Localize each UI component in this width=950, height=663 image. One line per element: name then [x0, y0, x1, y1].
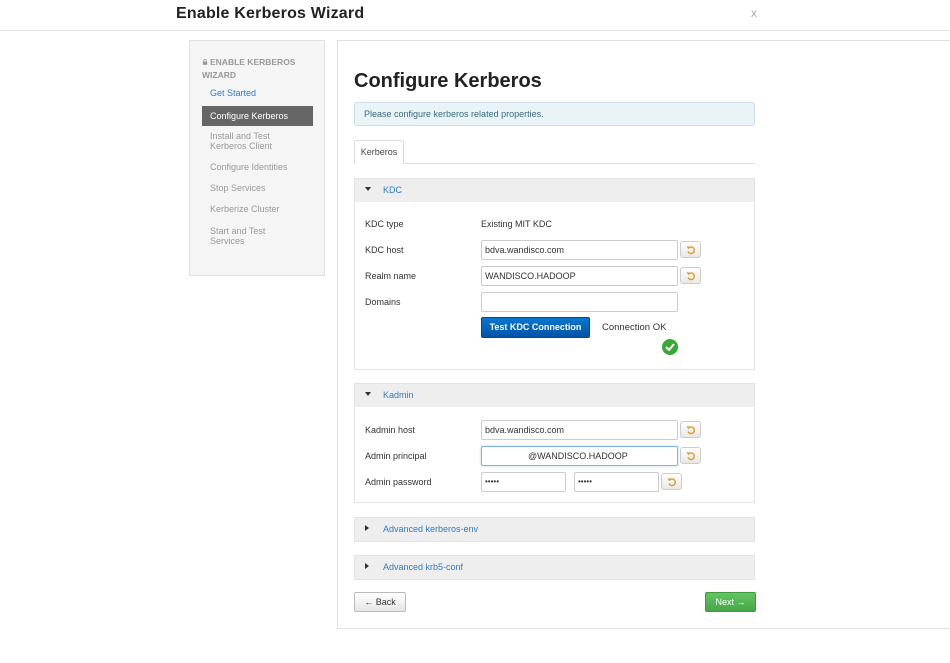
- kadmin-section-header[interactable]: Kadmin: [355, 384, 754, 407]
- kdc-section-title[interactable]: KDC: [383, 185, 402, 195]
- undo-icon: [686, 246, 696, 255]
- kadmin-host-input[interactable]: bdva.wandisco.com: [481, 420, 678, 440]
- wizard-steps-sidebar: ENABLE KERBEROS WIZARD Get Started Confi…: [189, 40, 325, 276]
- lock-icon: [202, 59, 208, 65]
- advanced-krb5-conf-header[interactable]: Advanced krb5-conf: [355, 556, 754, 579]
- admin-password-input[interactable]: •••••: [481, 472, 566, 492]
- kdc-type-value: Existing MIT KDC: [481, 219, 552, 229]
- kdc-host-label: KDC host: [365, 245, 404, 255]
- undo-icon: [686, 272, 696, 281]
- admin-password-label: Admin password: [365, 477, 432, 487]
- kdc-host-undo-button[interactable]: [680, 241, 701, 258]
- undo-icon: [686, 452, 696, 461]
- kdc-section-header[interactable]: KDC: [355, 179, 754, 202]
- realm-name-input[interactable]: WANDISCO.HADOOP: [481, 266, 678, 286]
- caret-right-icon: [365, 563, 369, 569]
- step-configure-identities: Configure Identities: [210, 162, 288, 172]
- test-kdc-connection-button[interactable]: Test KDC Connection: [481, 317, 590, 338]
- close-icon[interactable]: x: [751, 6, 757, 20]
- admin-principal-undo-button[interactable]: [680, 447, 701, 464]
- tab-kerberos[interactable]: Kerberos: [354, 140, 404, 164]
- kadmin-host-undo-button[interactable]: [680, 421, 701, 438]
- kadmin-section-title[interactable]: Kadmin: [383, 390, 414, 400]
- caret-right-icon: [365, 525, 369, 531]
- info-alert: Please configure kerberos related proper…: [354, 102, 755, 126]
- wizard-header: Enable Kerberos Wizard x: [0, 0, 950, 31]
- step-start-test-services: Start and Test Services: [210, 226, 266, 246]
- advanced-krb5-conf-title[interactable]: Advanced krb5-conf: [383, 562, 463, 572]
- admin-principal-input[interactable]: @WANDISCO.HADOOP: [481, 446, 678, 466]
- caret-down-icon: [365, 392, 371, 396]
- kadmin-host-label: Kadmin host: [365, 425, 416, 435]
- kdc-type-label: KDC type: [365, 219, 404, 229]
- advanced-kerberos-env-title[interactable]: Advanced kerberos-env: [383, 524, 478, 534]
- admin-password-confirm-input[interactable]: •••••: [574, 472, 659, 492]
- advanced-kerberos-env-header[interactable]: Advanced kerberos-env: [355, 518, 754, 541]
- realm-name-label: Realm name: [365, 271, 417, 281]
- page-title: Configure Kerberos: [354, 70, 542, 92]
- kdc-host-input[interactable]: bdva.wandisco.com: [481, 240, 678, 260]
- step-configure-kerberos[interactable]: Configure Kerberos: [202, 106, 313, 126]
- step-kerberize-cluster: Kerberize Cluster: [210, 204, 280, 214]
- domains-label: Domains: [365, 297, 401, 307]
- tab-bar-line: [354, 163, 755, 164]
- advanced-krb5-conf-section: Advanced krb5-conf: [354, 555, 755, 580]
- step-stop-services: Stop Services: [210, 183, 266, 193]
- undo-icon: [667, 478, 677, 487]
- sidebar-heading-text: ENABLE KERBEROS WIZARD: [202, 57, 296, 80]
- connection-status-text: Connection OK: [602, 322, 667, 333]
- caret-down-icon: [365, 187, 371, 191]
- realm-name-undo-button[interactable]: [680, 267, 701, 284]
- domains-input[interactable]: [481, 292, 678, 312]
- check-icon: [662, 339, 678, 355]
- wizard-title: Enable Kerberos Wizard: [176, 5, 365, 22]
- admin-password-undo-button[interactable]: [661, 473, 682, 490]
- next-button[interactable]: Next →: [705, 592, 756, 612]
- undo-icon: [686, 426, 696, 435]
- advanced-kerberos-env-section: Advanced kerberos-env: [354, 517, 755, 542]
- admin-principal-label: Admin principal: [365, 451, 427, 461]
- back-button[interactable]: ← Back: [354, 592, 406, 612]
- sidebar-heading: ENABLE KERBEROS WIZARD: [202, 56, 317, 81]
- step-install-test-client: Install and Test Kerberos Client: [210, 131, 273, 151]
- step-get-started[interactable]: Get Started: [202, 88, 313, 99]
